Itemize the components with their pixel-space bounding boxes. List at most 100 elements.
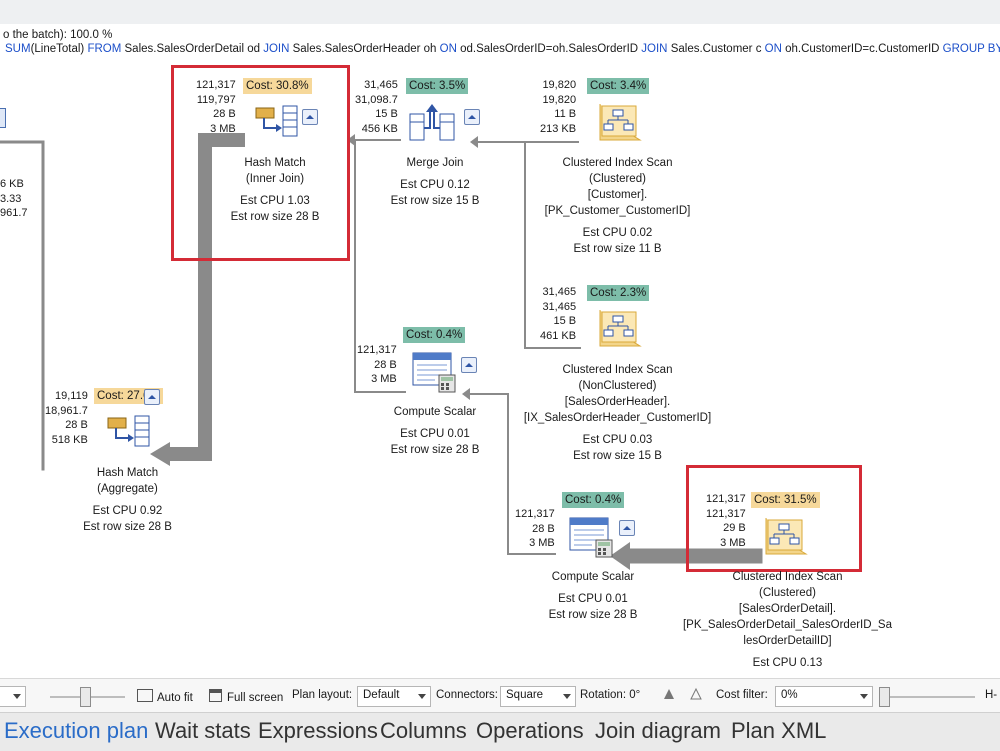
connectors-select[interactable]: Square — [500, 686, 576, 707]
tab-join-diagram[interactable]: Join diagram — [595, 718, 721, 744]
execution-plan-canvas[interactable]: 6 KB 3.33 961.7 121,317 119,797 28 B 3 M… — [0, 64, 1000, 678]
zoom-dropdown[interactable] — [0, 686, 26, 707]
sql-text: od.SalesOrderID=oh.SalesOrderID — [456, 43, 642, 55]
merge-join-icon[interactable] — [408, 102, 456, 145]
compute2-label: Compute Scalar Est CPU 0.01 Est row size… — [528, 569, 658, 623]
sql-text: oh.CustomerID=c.CustomerID — [781, 43, 943, 55]
batch-cost-text: o the batch): 100.0 % — [3, 29, 113, 41]
sql-text: Sales.SalesOrderHeader oh — [289, 43, 440, 55]
window-top-bar — [0, 0, 1000, 25]
stat: 31,465 — [542, 286, 577, 298]
stat: 121,317 — [357, 344, 397, 356]
partial-node-stats: 6 KB 3.33 961.7 — [0, 177, 28, 221]
node-subtype: (Clustered) — [759, 587, 816, 599]
tab-execution-plan[interactable]: Execution plan — [4, 718, 148, 744]
node-subtype: (NonClustered) — [578, 380, 657, 392]
node-est-row-size: Est row size 11 B — [573, 243, 662, 255]
clustered-index-scan-icon[interactable] — [594, 308, 644, 353]
stat: 11 B — [554, 108, 577, 120]
node-est-cpu: Est CPU 0.03 — [582, 434, 653, 446]
clustered-index-scan-icon[interactable] — [594, 102, 644, 147]
stat-data-size: 3 MB — [210, 122, 236, 135]
node-index: [PK_SalesOrderDetail_SalesOrderID_Sa — [682, 619, 893, 631]
node-est-row-size: Est row size 15 B — [573, 450, 662, 462]
expand-icon[interactable] — [619, 520, 635, 536]
node-object: [SalesOrderDetail]. — [738, 603, 837, 615]
plan-layout-label: Plan layout: — [292, 689, 353, 701]
stat: 3 MB — [529, 537, 555, 549]
ci-customer-cost-badge: Cost: 3.4% — [587, 78, 650, 94]
zoom-slider-thumb[interactable] — [80, 687, 91, 707]
node-name: Hash Match — [244, 157, 306, 169]
query-text: SUM(LineTotal) FROM Sales.SalesOrderDeta… — [5, 43, 1000, 55]
stat: 19,820 — [542, 79, 577, 91]
sql-keyword: ON — [764, 43, 782, 55]
tab-wait-stats[interactable]: Wait stats — [155, 718, 251, 744]
expand-icon[interactable] — [144, 389, 160, 405]
node-name: Clustered Index Scan — [562, 364, 673, 376]
node-index-cont: lesOrderDetailID] — [743, 635, 832, 647]
node-subtype: (Inner Join) — [245, 173, 305, 185]
compute1-label: Compute Scalar Est CPU 0.01 Est row size… — [370, 404, 500, 458]
rotate-right-icon[interactable] — [689, 687, 703, 704]
merge-join-label: Merge Join Est CPU 0.12 Est row size 15 … — [370, 155, 500, 209]
tab-plan-xml[interactable]: Plan XML — [731, 718, 826, 744]
plan-tabs: Execution plan Wait stats Expressions Co… — [0, 712, 1000, 751]
ci-header-label: Clustered Index Scan (NonClustered) [Sal… — [515, 362, 720, 464]
hash-agg-stats: 19,119 18,961.7 28 B 518 KB — [45, 389, 88, 447]
plan-toolbar: Auto fit Full screen Plan layout: Defaul… — [0, 678, 1000, 713]
connectors-value: Square — [506, 689, 544, 701]
stat: 28 B — [374, 358, 397, 371]
compute1-cost-badge: Cost: 0.4% — [403, 327, 466, 343]
compute-scalar-icon[interactable] — [411, 351, 457, 396]
expand-icon[interactable] — [461, 357, 477, 373]
rotate-left-icon[interactable] — [662, 687, 676, 704]
cost-filter-label: Cost filter: — [716, 689, 768, 701]
hash-inner-cost-badge: Cost: 30.8% — [243, 78, 312, 94]
full-screen-button[interactable]: Full screen — [209, 689, 283, 704]
auto-fit-label: Auto fit — [157, 692, 193, 704]
stat-est-rows: 119,797 — [196, 93, 236, 106]
plan-layout-select[interactable]: Default — [357, 686, 431, 707]
node-name: Clustered Index Scan — [562, 157, 673, 169]
stat: 19,820 — [542, 93, 577, 106]
stat-actual-rows: 121,317 — [196, 79, 236, 91]
stat: 31,098.7 — [355, 93, 398, 106]
compute2-stats: 121,317 28 B 3 MB — [515, 507, 555, 551]
node-subtype: (Clustered) — [589, 173, 646, 185]
hash-agg-label: Hash Match (Aggregate) Est CPU 0.92 Est … — [60, 465, 195, 535]
cost-slider-thumb[interactable] — [879, 687, 890, 707]
stat: 121,317 — [706, 507, 746, 520]
ci-header-cost-badge: Cost: 2.3% — [587, 285, 650, 301]
sql-text: (LineTotal) — [30, 43, 88, 55]
hash-match-icon[interactable] — [104, 412, 152, 453]
partial-stat: 6 KB — [0, 178, 24, 190]
stat: 28 B — [532, 522, 555, 535]
expand-icon[interactable] — [302, 109, 318, 125]
node-name: Hash Match — [96, 467, 159, 479]
tab-columns[interactable]: Columns — [380, 718, 467, 744]
tab-operations[interactable]: Operations — [476, 718, 584, 744]
node-est-row-size: Est row size 28 B — [83, 521, 172, 533]
node-est-row-size: Est row size 28 B — [230, 211, 320, 223]
clustered-index-scan-icon[interactable] — [760, 516, 810, 561]
connectors-label: Connectors: — [436, 689, 499, 701]
node-name: Compute Scalar — [393, 406, 477, 418]
sql-keyword: SUM — [5, 43, 31, 55]
node-est-cpu: Est CPU 1.03 — [240, 195, 310, 207]
stat: 28 B — [65, 419, 88, 431]
ci-customer-stats: 19,820 19,820 11 B 213 KB — [540, 78, 576, 136]
expand-icon[interactable] — [464, 109, 480, 125]
tab-expressions[interactable]: Expressions — [258, 718, 378, 744]
auto-fit-button[interactable]: Auto fit — [137, 689, 193, 704]
ci-detail-stats: 121,317 121,317 29 B 3 MB — [706, 492, 746, 550]
compute-scalar-icon[interactable] — [568, 516, 614, 561]
node-est-row-size: Est row size 28 B — [390, 444, 480, 456]
ci-header-stats: 31,465 31,465 15 B 461 KB — [540, 285, 576, 343]
hash-match-icon[interactable] — [252, 102, 300, 143]
node-est-cpu: Est CPU 0.01 — [400, 428, 470, 440]
cost-slider-track[interactable] — [880, 696, 975, 698]
plan-layout-value: Default — [363, 689, 400, 701]
cost-filter-select[interactable]: 0% — [775, 686, 873, 707]
node-index: [IX_SalesOrderHeader_CustomerID] — [523, 412, 712, 424]
